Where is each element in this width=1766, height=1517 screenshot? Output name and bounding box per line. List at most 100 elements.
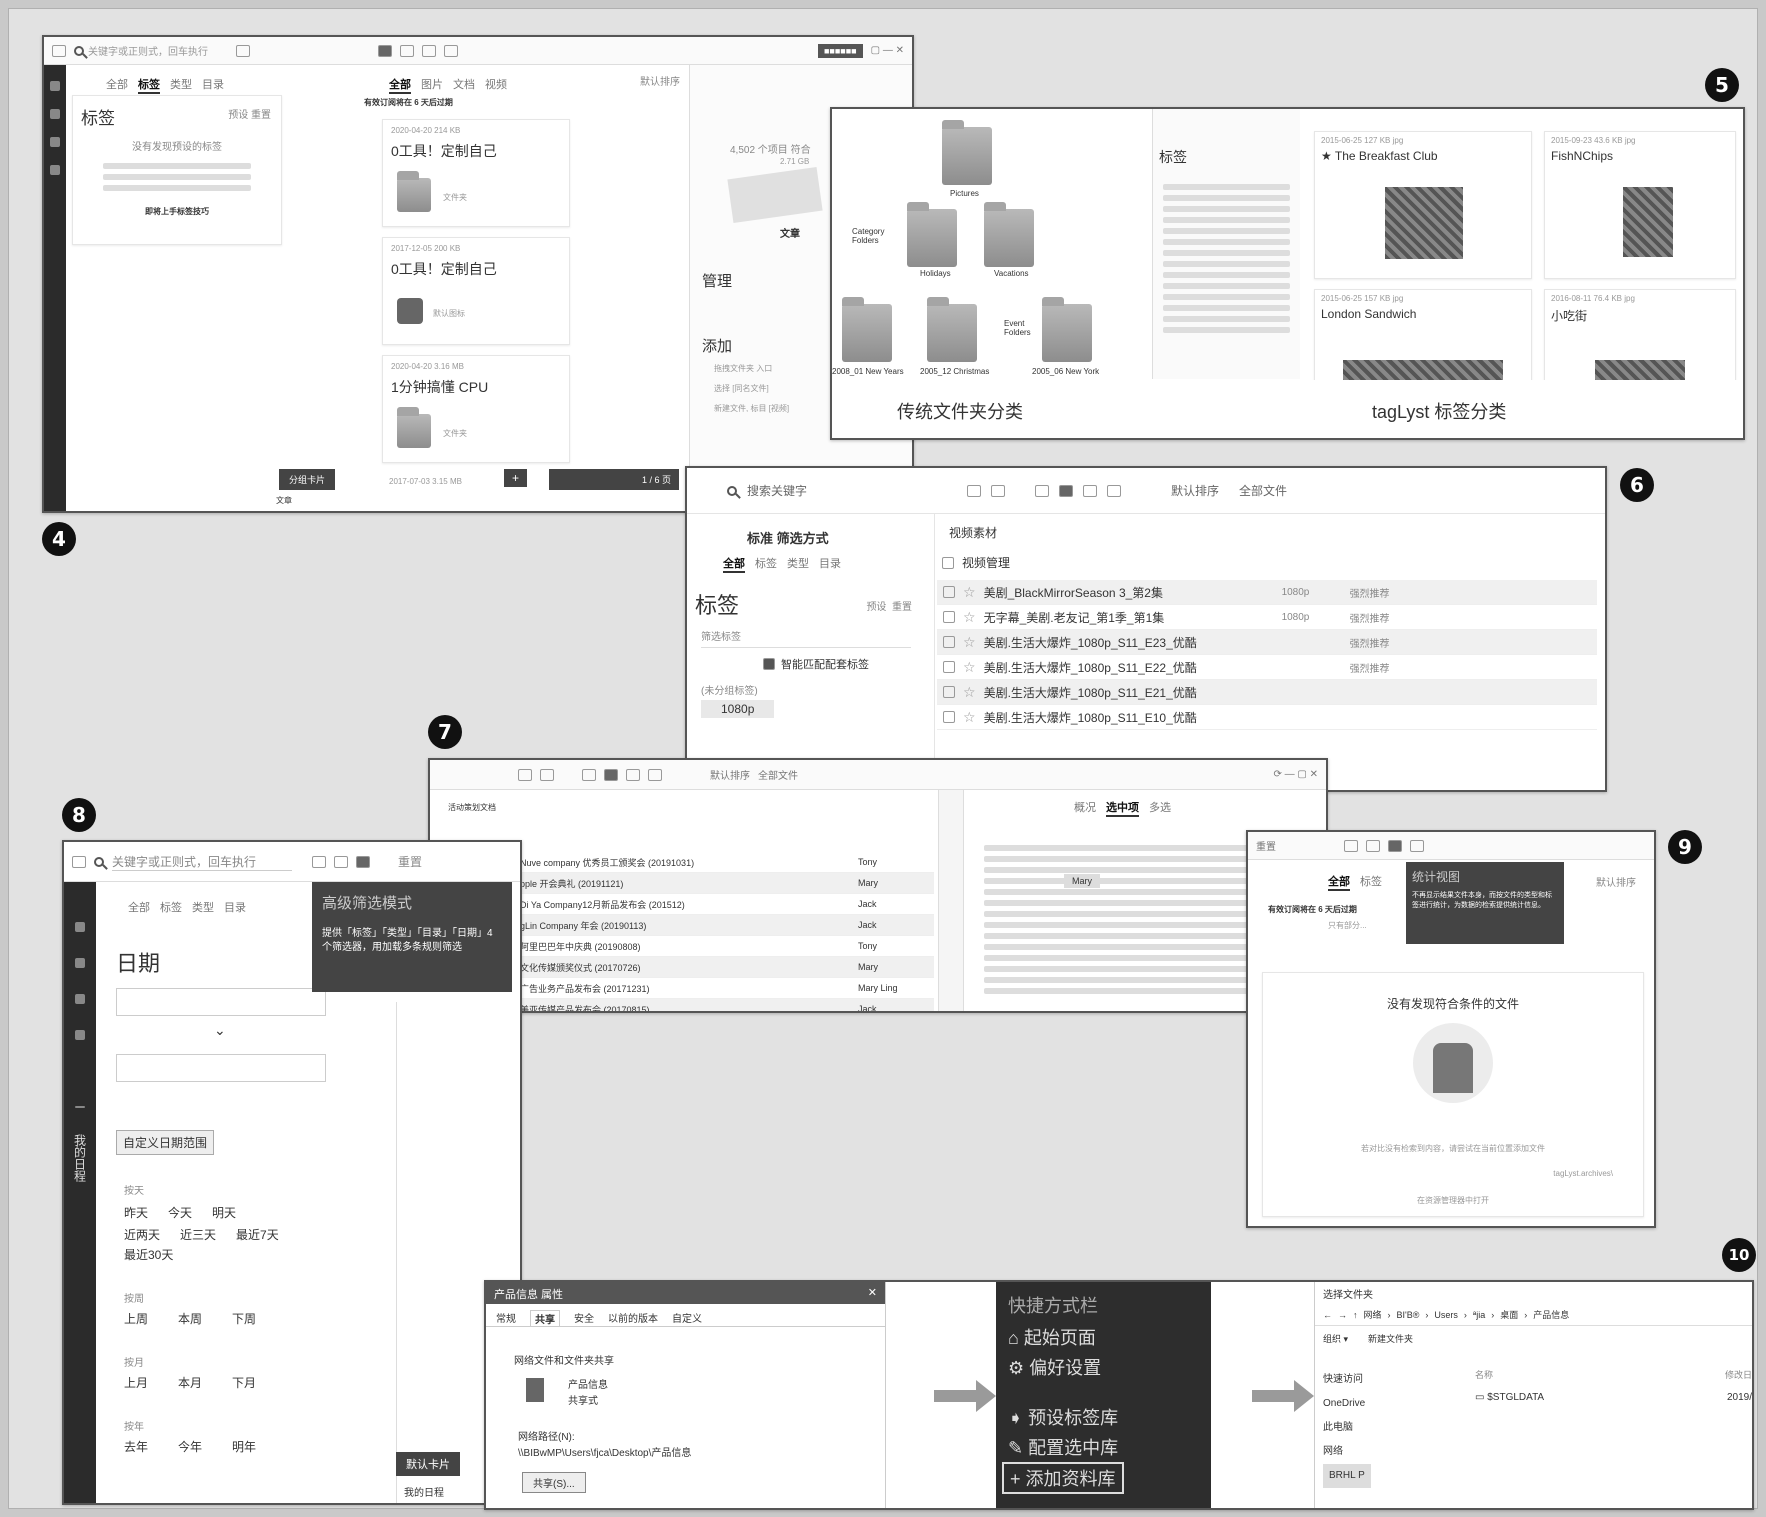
layout-icon[interactable] — [72, 855, 86, 868]
view-card-icon[interactable] — [1083, 484, 1098, 497]
tab-previous[interactable]: 以前的版本 — [608, 1310, 658, 1326]
view-grid-icon[interactable] — [1035, 484, 1050, 497]
file-card[interactable]: 2020-04-20 3.16 MB 1分钟搞懂 CPU 文件夹 — [382, 355, 570, 463]
layout-icon[interactable] — [52, 44, 66, 57]
nav-item[interactable]: 此电脑 — [1323, 1416, 1371, 1440]
list-item[interactable]: ☆ 无字幕_美剧.老友记_第1季_第1集 1080p 强烈推荐 — [937, 605, 1597, 630]
tab-types[interactable]: 类型 — [192, 899, 214, 915]
layout-icon[interactable] — [518, 768, 532, 781]
list-item[interactable]: 美亚传媒产品发布会 (20170815) Jack — [514, 999, 934, 1011]
menu-item-prefs[interactable]: ⚙ 偏好设置 — [1008, 1354, 1101, 1380]
view-list-icon[interactable] — [400, 44, 414, 57]
home-icon[interactable] — [75, 922, 85, 932]
list-item[interactable]: 阿里巴巴年中庆典 (20190808) Tony — [514, 936, 934, 957]
menu-item-config[interactable]: ✎ 配置选中库 — [1008, 1434, 1118, 1460]
view-grid-icon[interactable] — [378, 44, 392, 57]
tab-custom[interactable]: 自定义 — [672, 1310, 702, 1326]
search-input[interactable]: 关键字或正则式，回车执行 — [112, 853, 292, 871]
tab-all[interactable]: 全部 — [1328, 873, 1350, 891]
tab-overview[interactable]: 概况 — [1074, 799, 1096, 815]
view-card-icon[interactable] — [422, 44, 436, 57]
file-card[interactable]: 2020-04-20 214 KB 0工具！定制自己 文件夹 — [382, 119, 570, 227]
gear-icon[interactable] — [75, 958, 85, 968]
image-card[interactable]: 2016-08-11 76.4 KB jpg 小吃街 — [1544, 289, 1736, 385]
tab-dirs[interactable]: 目录 — [819, 555, 841, 571]
image-card[interactable]: 2015-09-23 43.6 KB jpg FishNChips — [1544, 131, 1736, 279]
custom-range-button[interactable]: 自定义日期范围 — [116, 1130, 215, 1155]
default-card-button[interactable]: 默认卡片 — [396, 1452, 460, 1476]
share-button[interactable]: 共享(S)... — [522, 1472, 586, 1493]
person-tag[interactable]: Mary — [1064, 874, 1100, 888]
sort-button[interactable]: 默认排序 — [1596, 874, 1636, 889]
smart-match-checkbox[interactable]: 智能匹配配套标签 — [763, 656, 869, 672]
sort-button[interactable]: 默认排序 — [710, 767, 750, 782]
window-controls[interactable]: ▢ — ✕ — [871, 45, 904, 56]
file-card[interactable]: 2017-12-05 200 KB 0工具！定制自己 默认图标 — [382, 237, 570, 345]
start-date-input[interactable] — [116, 988, 326, 1016]
list-item[interactable]: ☆ 美剧.生活大爆炸_1080p_S11_E10_优酷 — [937, 705, 1597, 730]
gear-icon[interactable] — [50, 109, 60, 119]
list-item[interactable]: ▭ $STGLDATA — [1475, 1392, 1544, 1403]
tab-dirs[interactable]: 目录 — [224, 899, 246, 915]
nav-item[interactable]: 网络 — [1323, 1440, 1371, 1464]
view-list-icon[interactable] — [1366, 839, 1380, 852]
filter-icon[interactable] — [334, 855, 348, 868]
tab-general[interactable]: 常规 — [496, 1310, 516, 1326]
layout-icon[interactable] — [991, 484, 1006, 497]
close-icon[interactable]: ✕ — [868, 1286, 877, 1300]
home-icon[interactable] — [50, 81, 60, 91]
list-item[interactable]: Di Ya Company12月新品发布会 (201512) Jack — [514, 894, 934, 915]
tab-dirs[interactable]: 目录 — [202, 76, 224, 92]
menu-item-start[interactable]: ⌂ 起始页面 — [1008, 1324, 1096, 1350]
reset-button[interactable]: 重置 — [1256, 838, 1276, 853]
tab-types[interactable]: 类型 — [787, 555, 809, 571]
menu-item-tags[interactable]: ➧ 预设标签库 — [1008, 1404, 1118, 1430]
menu-item-add-library[interactable]: + 添加资料库 — [1002, 1462, 1124, 1494]
list-item[interactable]: 文化传媒颁奖仪式 (20170726) Mary — [514, 957, 934, 978]
near-option[interactable]: 最近30天 — [124, 1246, 173, 1263]
organize-button[interactable]: 组织 ▾ — [1323, 1332, 1348, 1345]
list-item[interactable]: pple 开会典礼 (20191121) Mary — [514, 873, 934, 894]
advanced-filter-icon[interactable] — [356, 855, 370, 868]
panel-actions[interactable]: 预设 重置 — [228, 106, 271, 121]
filter-icon[interactable] — [236, 44, 250, 57]
tab-sharing[interactable]: 共享 — [530, 1310, 560, 1326]
sort-button[interactable]: 默认排序 — [1171, 482, 1219, 499]
save-icon[interactable] — [50, 137, 60, 147]
up-icon[interactable]: ↑ — [1353, 1310, 1358, 1320]
layout-icon[interactable] — [540, 768, 554, 781]
end-date-input[interactable] — [116, 1054, 326, 1082]
col-date-header[interactable]: 修改日 — [1725, 1368, 1752, 1381]
panel-actions[interactable]: 预设 重置 — [866, 598, 912, 613]
tab-selected[interactable]: 选中项 — [1106, 799, 1139, 817]
tag-hint-link[interactable]: 即将上手标签技巧 — [73, 206, 281, 217]
open-folder-link[interactable]: 在资源管理器中打开 — [1263, 1195, 1643, 1206]
tag-icon[interactable] — [50, 165, 60, 175]
list-item[interactable]: ☆ 美剧.生活大爆炸_1080p_S11_E22_优酷 强烈推荐 — [937, 655, 1597, 680]
tab-all[interactable]: 全部 — [106, 76, 128, 92]
nav-item[interactable]: BRHL P — [1323, 1464, 1371, 1488]
add-item[interactable]: 新建文件, 标目 [视频] — [714, 403, 789, 414]
filter-mode-dropdown[interactable]: 标准 筛选方式 — [747, 528, 829, 547]
list-item[interactable]: ☆ 美剧_BlackMirrorSeason 3_第2集 1080p 强烈推荐 — [937, 580, 1597, 605]
filter-icon[interactable] — [312, 855, 326, 868]
list-item[interactable]: gLin Company 年会 (20190113) Jack — [514, 915, 934, 936]
view-list-icon[interactable] — [604, 768, 618, 781]
list-item[interactable]: ☆ 美剧.生活大爆炸_1080p_S11_E21_优酷 — [937, 680, 1597, 705]
pager[interactable]: 1 / 6 页 — [549, 469, 679, 490]
all-files-button[interactable]: 全部文件 — [1239, 482, 1287, 499]
tab-types[interactable]: 类型 — [170, 76, 192, 92]
list-item[interactable]: Nuve company 优秀员工颁奖会 (20191031) Tony — [514, 852, 934, 873]
tab-type-doc[interactable]: 文档 — [453, 76, 475, 92]
group-header[interactable]: 视频管理 — [942, 554, 1010, 571]
view-grid-icon[interactable] — [582, 768, 596, 781]
tab-tags[interactable]: 标签 — [160, 899, 182, 915]
tab-security[interactable]: 安全 — [574, 1310, 594, 1326]
view-grid-icon[interactable] — [1344, 839, 1358, 852]
view-detail-icon[interactable] — [444, 44, 458, 57]
view-card-icon[interactable] — [1388, 839, 1402, 852]
all-files-button[interactable]: 全部文件 — [758, 767, 798, 782]
tab-type-video[interactable]: 视频 — [485, 76, 507, 92]
view-detail-icon[interactable] — [648, 768, 662, 781]
view-list-icon[interactable] — [1059, 484, 1074, 497]
